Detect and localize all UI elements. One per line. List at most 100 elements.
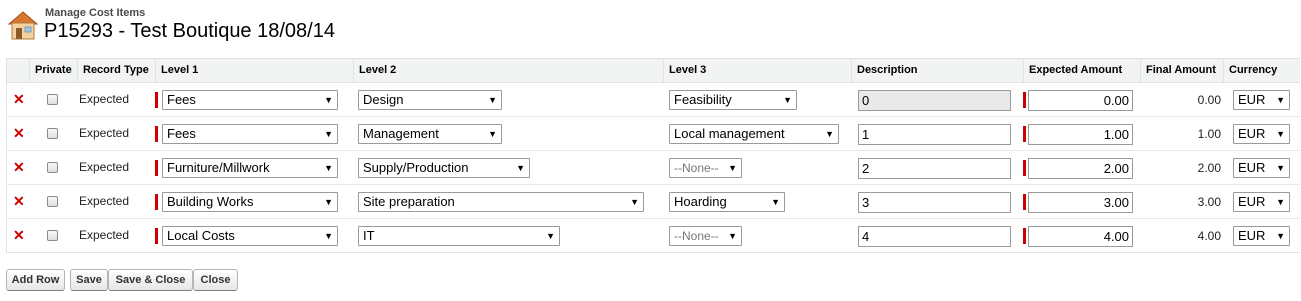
level1-select[interactable]: Furniture/Millwork ▼ (162, 158, 338, 178)
page-header: Manage Cost Items P15293 - Test Boutique… (6, 4, 606, 46)
currency-select[interactable]: EUR ▼ (1233, 192, 1290, 212)
dropdown-arrow-icon: ▼ (1276, 95, 1285, 105)
delete-row-icon[interactable]: ✕ (13, 126, 25, 140)
final-amount: 1.00 (1197, 127, 1221, 141)
description-input[interactable]: 2 (858, 158, 1011, 179)
delete-row-icon[interactable]: ✕ (13, 92, 25, 106)
level2-value: Supply/Production (363, 160, 469, 175)
dropdown-arrow-icon: ▼ (324, 95, 333, 105)
description-input[interactable]: 0 (858, 90, 1011, 111)
required-indicator (1023, 160, 1026, 176)
save-button[interactable]: Save (70, 269, 108, 291)
level2-select[interactable]: Supply/Production ▼ (358, 158, 530, 178)
level1-value: Fees (167, 92, 196, 107)
dropdown-arrow-icon: ▼ (516, 163, 525, 173)
dropdown-arrow-icon: ▼ (324, 129, 333, 139)
expected-amount-input[interactable]: 2.00 (1028, 158, 1133, 179)
level2-select[interactable]: Site preparation ▼ (358, 192, 644, 212)
level3-select[interactable]: Local management ▼ (669, 124, 839, 144)
currency-select[interactable]: EUR ▼ (1233, 158, 1290, 178)
currency-select[interactable]: EUR ▼ (1233, 124, 1290, 144)
dropdown-arrow-icon: ▼ (1276, 197, 1285, 207)
record-type: Expected (79, 92, 130, 106)
delete-row-icon[interactable]: ✕ (13, 194, 25, 208)
currency-value: EUR (1238, 228, 1266, 243)
level1-select[interactable]: Fees ▼ (162, 124, 338, 144)
level2-select[interactable]: Design ▼ (358, 90, 502, 110)
table-row: ✕ Expected Fees ▼ Design ▼ Feasibility ▼ 0 … (7, 83, 1300, 117)
level1-select[interactable]: Building Works ▼ (162, 192, 338, 212)
level2-value: Design (363, 92, 404, 107)
table-row: ✕ Expected Fees ▼ Management ▼ Local manag… (7, 117, 1300, 151)
record-type: Expected (79, 126, 130, 140)
level3-value: Hoarding (674, 194, 727, 209)
level2-select[interactable]: IT ▼ (358, 226, 560, 246)
dropdown-arrow-icon: ▼ (783, 95, 792, 105)
header-record-type: Record Type (77, 59, 155, 82)
header-level1: Level 1 (155, 59, 353, 82)
required-indicator (1023, 126, 1026, 142)
level3-value: --None-- (674, 229, 719, 243)
level1-select[interactable]: Fees ▼ (162, 90, 338, 110)
level1-value: Furniture/Millwork (167, 160, 270, 175)
description-input[interactable]: 1 (858, 124, 1011, 145)
header-description: Description (851, 59, 1023, 82)
dropdown-arrow-icon: ▼ (488, 95, 497, 105)
currency-select[interactable]: EUR ▼ (1233, 226, 1290, 246)
header-currency: Currency (1223, 59, 1300, 82)
dropdown-arrow-icon: ▼ (771, 197, 780, 207)
required-indicator (1023, 92, 1026, 108)
dropdown-arrow-icon: ▼ (1276, 231, 1285, 241)
level3-value: Local management (674, 126, 785, 141)
delete-row-icon[interactable]: ✕ (13, 228, 25, 242)
expected-amount-input[interactable]: 4.00 (1028, 226, 1133, 247)
currency-value: EUR (1238, 126, 1266, 141)
required-indicator (155, 228, 158, 244)
level2-select[interactable]: Management ▼ (358, 124, 502, 144)
currency-select[interactable]: EUR ▼ (1233, 90, 1290, 110)
private-checkbox[interactable] (47, 162, 58, 173)
currency-value: EUR (1238, 160, 1266, 175)
level1-select[interactable]: Local Costs ▼ (162, 226, 338, 246)
private-checkbox[interactable] (47, 94, 58, 105)
header-private: Private (29, 59, 77, 82)
level3-select[interactable]: Hoarding ▼ (669, 192, 785, 212)
level3-select[interactable]: Feasibility ▼ (669, 90, 797, 110)
page-subtitle: Manage Cost Items (45, 7, 146, 19)
delete-row-icon[interactable]: ✕ (13, 160, 25, 174)
private-checkbox[interactable] (47, 230, 58, 241)
required-indicator (1023, 228, 1026, 244)
dropdown-arrow-icon: ▼ (324, 231, 333, 241)
final-amount: 2.00 (1197, 161, 1221, 175)
cost-items-table: Private Record Type Level 1 Level 2 Leve… (6, 58, 1300, 253)
description-input[interactable]: 4 (858, 226, 1011, 247)
required-indicator (1023, 194, 1026, 210)
expected-amount-input[interactable]: 1.00 (1028, 124, 1133, 145)
final-amount: 3.00 (1197, 195, 1221, 209)
private-checkbox[interactable] (47, 196, 58, 207)
description-input[interactable]: 3 (858, 192, 1011, 213)
dropdown-arrow-icon: ▼ (324, 197, 333, 207)
save-close-button[interactable]: Save & Close (108, 269, 193, 291)
required-indicator (155, 194, 158, 210)
final-amount: 4.00 (1197, 229, 1221, 243)
level3-select[interactable]: --None-- ▼ (669, 226, 742, 246)
dropdown-arrow-icon: ▼ (1276, 163, 1285, 173)
expected-amount-input[interactable]: 0.00 (1028, 90, 1133, 111)
expected-amount-input[interactable]: 3.00 (1028, 192, 1133, 213)
level2-value: Management (363, 126, 439, 141)
record-type: Expected (79, 160, 130, 174)
private-checkbox[interactable] (47, 128, 58, 139)
required-indicator (155, 160, 158, 176)
add-row-button[interactable]: Add Row (6, 269, 65, 291)
dropdown-arrow-icon: ▼ (728, 231, 737, 241)
final-amount: 0.00 (1197, 93, 1221, 107)
level3-select[interactable]: --None-- ▼ (669, 158, 742, 178)
required-indicator (155, 126, 158, 142)
header-action (7, 59, 29, 82)
record-type: Expected (79, 194, 130, 208)
home-icon (7, 11, 39, 40)
close-button[interactable]: Close (193, 269, 238, 291)
table-header-row: Private Record Type Level 1 Level 2 Leve… (7, 59, 1300, 83)
dropdown-arrow-icon: ▼ (1276, 129, 1285, 139)
